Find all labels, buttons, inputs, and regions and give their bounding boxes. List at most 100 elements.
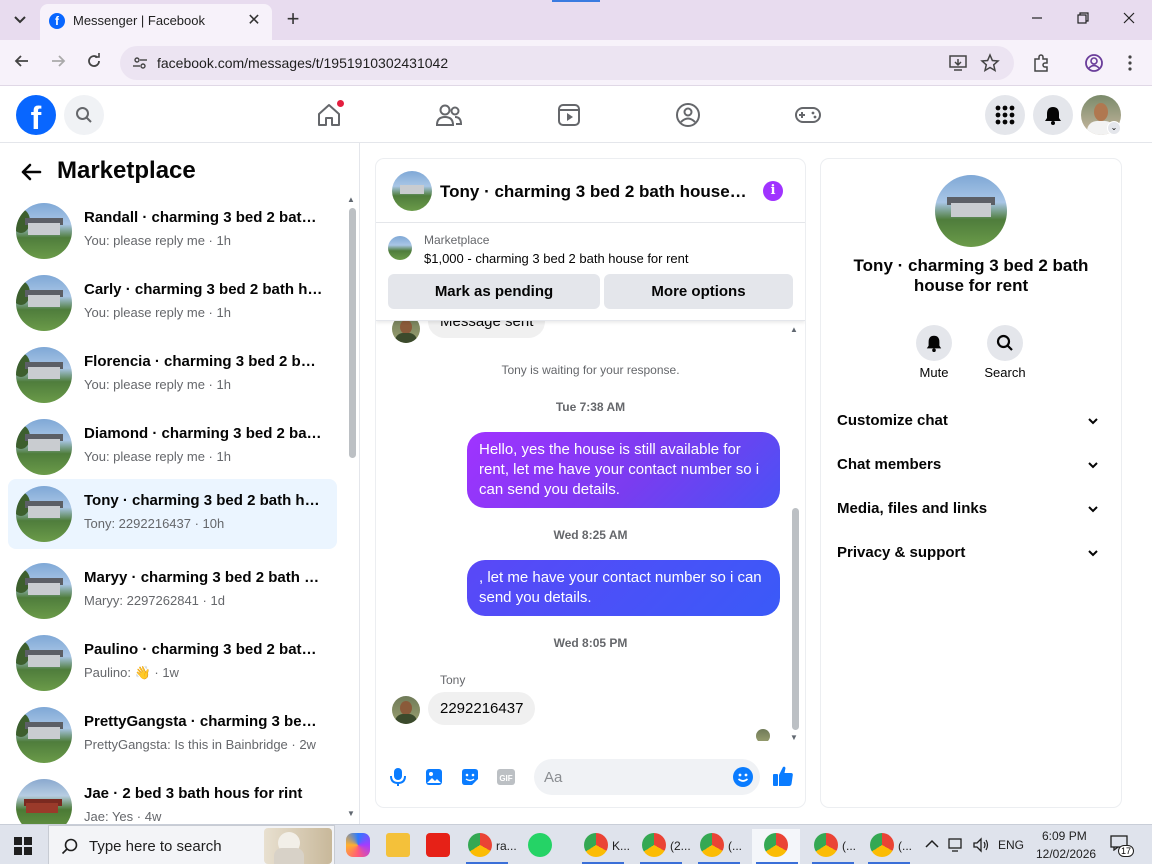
taskbar-chrome-window-1[interactable]: ra...	[462, 829, 517, 864]
chat-item-maryy[interactable]: Maryy · charming 3 bed 2 bath house for …	[8, 556, 337, 626]
taskbar-file-explorer[interactable]	[380, 829, 420, 864]
chat-item-florencia[interactable]: Florencia · charming 3 bed 2 bath house …	[8, 340, 337, 410]
taskbar-chrome-window-2[interactable]: K...	[578, 829, 630, 864]
browser-tab-messenger[interactable]: f Messenger | Facebook ✕	[40, 4, 272, 40]
extensions-icon[interactable]	[1031, 53, 1051, 73]
restore-button[interactable]	[1068, 6, 1098, 34]
chat-members-section[interactable]: Chat members	[837, 445, 1105, 485]
clock-time[interactable]: 6:09 PM	[1042, 829, 1087, 843]
taskbar-chrome-window-active[interactable]	[752, 829, 800, 864]
chevron-down-icon[interactable]: ⌄	[1107, 121, 1121, 135]
taskbar-app-label: (...	[898, 839, 912, 853]
more-options-button[interactable]: More options	[604, 274, 793, 309]
listing-price-title[interactable]: $1,000 - charming 3 bed 2 bath house for…	[424, 251, 689, 266]
forward-button[interactable]	[46, 51, 70, 75]
taskbar-chrome-window-6[interactable]: (...	[864, 829, 914, 864]
volume-icon[interactable]	[972, 837, 990, 853]
address-bar[interactable]: facebook.com/messages/t/1951910302431042	[120, 46, 1014, 80]
nav-friends[interactable]	[433, 99, 465, 131]
tab-search-button[interactable]	[6, 8, 34, 32]
conversation-thumbnail[interactable]	[392, 171, 432, 211]
search-icon	[996, 334, 1013, 351]
taskbar-copilot[interactable]	[340, 829, 380, 864]
notifications-button[interactable]	[1033, 95, 1073, 135]
attach-photo-button[interactable]	[423, 766, 445, 788]
facebook-logo-icon[interactable]: f	[16, 95, 56, 135]
chat-item-diamond[interactable]: Diamond · charming 3 bed 2 bath house fo…	[8, 412, 337, 482]
chat-list-scrollbar[interactable]	[349, 208, 356, 458]
tray-overflow-chevron-up-icon[interactable]	[925, 839, 939, 849]
voice-clip-button[interactable]	[387, 766, 409, 788]
mark-as-pending-button[interactable]: Mark as pending	[388, 274, 600, 309]
chrome-icon	[584, 833, 608, 857]
chat-name: Florencia · charming 3 bed 2 bath house …	[84, 353, 324, 370]
scroll-up-arrow-icon[interactable]: ▲	[347, 195, 355, 204]
chrome-icon	[764, 833, 788, 857]
minimize-button[interactable]	[1022, 6, 1052, 34]
chat-preview: You: please reply me · 1h	[84, 305, 231, 320]
send-like-button[interactable]	[771, 764, 795, 788]
taskbar-youtube-app[interactable]	[420, 829, 460, 864]
sticker-button[interactable]	[459, 766, 481, 788]
network-icon[interactable]	[948, 837, 966, 853]
scroll-down-arrow-icon[interactable]: ▼	[347, 809, 355, 818]
chat-item-tony[interactable]: Tony · charming 3 bed 2 bath house for r…	[8, 479, 337, 549]
mute-button[interactable]	[916, 325, 952, 361]
message-composer: GIF	[376, 757, 805, 797]
thread-scrollbar[interactable]	[792, 508, 799, 730]
emoji-icon[interactable]	[733, 767, 753, 787]
search-highlight-image	[264, 828, 332, 864]
video-icon	[558, 104, 580, 126]
nav-video[interactable]	[553, 99, 585, 131]
new-tab-button[interactable]: +	[281, 8, 305, 32]
search-in-conversation-button[interactable]	[987, 325, 1023, 361]
tony-avatar[interactable]	[392, 321, 420, 343]
taskbar-chrome-window-4[interactable]: (...	[694, 829, 744, 864]
facebook-search-button[interactable]	[64, 95, 104, 135]
smiley-icon	[737, 773, 749, 782]
install-app-icon[interactable]	[948, 53, 968, 73]
close-tab-icon[interactable]: ✕	[244, 11, 264, 31]
conversation-title[interactable]: Tony · charming 3 bed 2 bath house for r…	[440, 182, 750, 202]
back-button[interactable]	[10, 51, 34, 75]
nav-groups[interactable]	[672, 99, 704, 131]
notification-count-badge: 17	[1118, 845, 1135, 857]
profile-icon[interactable]	[1084, 53, 1104, 73]
taskbar-whatsapp[interactable]	[522, 829, 566, 864]
minimize-icon	[1032, 17, 1042, 19]
info-icon[interactable]: i	[763, 181, 783, 201]
conversation-name: Tony · charming 3 bed 2 bath house for r…	[853, 256, 1089, 295]
notification-center-button[interactable]: 17	[1110, 835, 1135, 857]
search-icon	[61, 838, 78, 855]
tony-avatar[interactable]	[392, 696, 420, 724]
chat-item-carly[interactable]: Carly · charming 3 bed 2 bath house for …	[8, 268, 337, 338]
chat-preview: You: please reply me · 1h	[84, 233, 231, 248]
message-input[interactable]	[534, 759, 760, 795]
menu-button[interactable]	[985, 95, 1025, 135]
browser-menu-icon[interactable]	[1120, 53, 1140, 73]
folder-icon	[386, 833, 410, 857]
privacy-support-section[interactable]: Privacy & support	[837, 533, 1105, 573]
close-window-button[interactable]	[1114, 6, 1144, 34]
site-settings-icon[interactable]	[132, 55, 148, 71]
reload-button[interactable]	[82, 51, 106, 75]
bookmark-star-icon[interactable]	[980, 53, 1000, 73]
chat-name: Paulino · charming 3 bed 2 bath house fo…	[84, 641, 324, 658]
scroll-down-arrow-icon[interactable]: ▼	[790, 733, 798, 742]
nav-gaming[interactable]	[792, 99, 824, 131]
taskbar-search-box[interactable]: Type here to search	[48, 825, 335, 864]
chat-item-prettygangsta[interactable]: PrettyGangsta · charming 3 bed 2 bath ho…	[8, 700, 337, 770]
back-arrow-icon[interactable]	[20, 161, 42, 183]
language-indicator[interactable]: ENG	[998, 838, 1024, 852]
windows-start-icon[interactable]	[14, 837, 32, 855]
media-files-links-section[interactable]: Media, files and links	[837, 489, 1105, 529]
timestamp: Tue 7:38 AM	[555, 400, 626, 414]
gif-button[interactable]: GIF	[495, 766, 517, 788]
chat-item-randall[interactable]: Randall · charming 3 bed 2 bath house fo…	[8, 196, 337, 266]
customize-chat-section[interactable]: Customize chat	[837, 401, 1105, 441]
clock-date[interactable]: 12/02/2026	[1036, 847, 1096, 861]
taskbar-chrome-window-3[interactable]: (2...	[636, 829, 691, 864]
chat-item-paulino[interactable]: Paulino · charming 3 bed 2 bath house fo…	[8, 628, 337, 698]
scroll-up-arrow-icon[interactable]: ▲	[790, 325, 798, 334]
taskbar-chrome-window-5[interactable]: (...	[808, 829, 858, 864]
